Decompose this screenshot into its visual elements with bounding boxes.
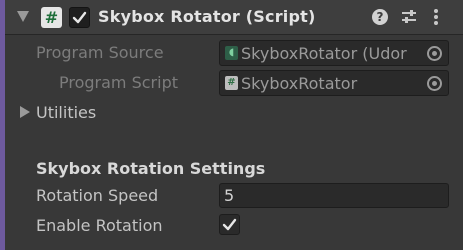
- object-picker-icon[interactable]: [427, 76, 442, 91]
- checkmark-icon: [72, 11, 87, 24]
- checkmark-icon: [222, 218, 237, 231]
- program-source-field[interactable]: ◖ SkyboxRotator (Udor: [219, 40, 449, 66]
- inspector-panel: # Skybox Rotator (Script) ? Program Sour…: [0, 0, 463, 250]
- object-picker-icon[interactable]: [427, 46, 442, 61]
- fold-arrow-icon[interactable]: [17, 11, 29, 22]
- rotation-speed-input[interactable]: [219, 183, 449, 208]
- help-icon[interactable]: ?: [372, 9, 388, 25]
- utilities-foldout[interactable]: Utilities: [36, 103, 96, 122]
- component-title: Skybox Rotator (Script): [98, 7, 316, 26]
- enable-rotation-label: Enable Rotation: [36, 216, 163, 235]
- program-script-value: SkyboxRotator: [241, 74, 358, 93]
- component-accent-bar: [0, 0, 5, 250]
- program-script-field[interactable]: # SkyboxRotator: [219, 70, 449, 96]
- script-icon: #: [41, 7, 62, 28]
- program-script-label: Program Script: [59, 73, 178, 92]
- rotation-speed-label: Rotation Speed: [36, 186, 159, 205]
- program-source-value: SkyboxRotator (Udor: [241, 44, 407, 63]
- component-enabled-checkbox[interactable]: [69, 7, 90, 28]
- enable-rotation-checkbox[interactable]: [219, 214, 240, 235]
- program-source-label: Program Source: [36, 43, 164, 62]
- presets-icon[interactable]: [401, 9, 417, 25]
- section-title: Skybox Rotation Settings: [36, 159, 266, 178]
- component-header[interactable]: # Skybox Rotator (Script) ?: [5, 0, 463, 35]
- udon-asset-icon: ◖: [225, 46, 238, 60]
- script-file-icon: #: [225, 76, 238, 90]
- menu-icon[interactable]: [433, 8, 439, 26]
- utilities-foldout-arrow-icon[interactable]: [20, 106, 30, 118]
